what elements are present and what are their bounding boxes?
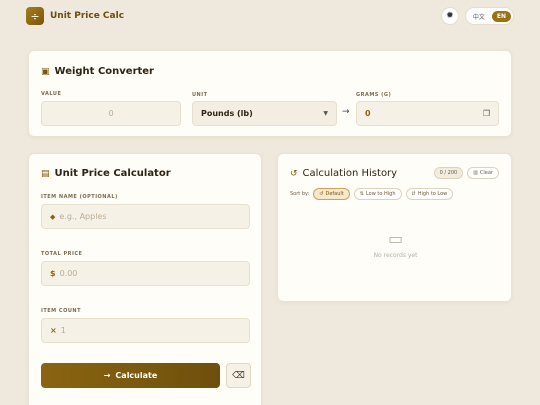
empty-message: No records yet bbox=[373, 252, 418, 259]
arrow-right-icon: → bbox=[342, 107, 350, 117]
calculator-logo-icon: ÷ bbox=[26, 7, 44, 25]
unit-selected-value: Pounds (lb) bbox=[201, 109, 253, 118]
trash-icon: ▥ bbox=[473, 170, 478, 176]
multiply-icon: × bbox=[50, 326, 57, 335]
chevron-down-icon: ▼ bbox=[323, 110, 328, 117]
reset-icon: ↺ bbox=[319, 191, 324, 197]
header-controls: ✹ 中文 EN bbox=[440, 7, 514, 25]
lang-option-zh[interactable]: 中文 bbox=[468, 10, 490, 23]
unit-select[interactable]: Pounds (lb) ▼ bbox=[192, 101, 337, 126]
clear-label: Clear bbox=[479, 170, 493, 176]
unit-label: UNIT bbox=[192, 92, 208, 98]
item-name-placeholder: e.g., Apples bbox=[59, 212, 107, 221]
app-title: Unit Price Calc bbox=[50, 11, 125, 21]
weight-converter-title: ▣ Weight Converter bbox=[41, 66, 154, 77]
total-price-placeholder: 0.00 bbox=[59, 269, 78, 278]
lang-option-en[interactable]: EN bbox=[491, 10, 511, 22]
calculate-button[interactable]: → Calculate bbox=[41, 363, 220, 388]
inbox-icon: ▭ bbox=[387, 229, 404, 248]
total-price-input[interactable]: $ 0.00 bbox=[41, 261, 250, 286]
history-icon: ↺ bbox=[290, 168, 298, 179]
sort-controls: Sort by: ↺ Default ⇅ Low to High ⇵ High … bbox=[290, 188, 454, 200]
sun-icon: ✹ bbox=[446, 11, 454, 21]
item-name-label: ITEM NAME (OPTIONAL) bbox=[41, 194, 118, 200]
value-placeholder: 0 bbox=[108, 109, 114, 118]
sort-label: Sort by: bbox=[290, 191, 310, 197]
sort-desc-icon: ⇵ bbox=[411, 191, 416, 197]
reset-button[interactable]: ⌫ bbox=[226, 363, 251, 388]
theme-toggle-button[interactable]: ✹ bbox=[440, 7, 459, 25]
weight-converter-card: ▣ Weight Converter VALUE 0 UNIT Pounds (… bbox=[28, 50, 512, 137]
calculator-title: ▤ Unit Price Calculator bbox=[41, 168, 171, 179]
copy-icon[interactable]: ❐ bbox=[483, 109, 490, 118]
sort-default-label: Default bbox=[325, 191, 344, 197]
history-heading: Calculation History bbox=[302, 168, 398, 179]
sort-high-low-button[interactable]: ⇵ High to Low bbox=[405, 188, 454, 200]
calculator-icon: ▤ bbox=[41, 168, 50, 179]
app-header: ÷ Unit Price Calc ✹ 中文 EN bbox=[0, 0, 540, 32]
grams-output: 0 ❐ bbox=[356, 101, 499, 126]
sort-low-high-label: Low to High bbox=[365, 191, 396, 197]
item-name-input[interactable]: ◆ e.g., Apples bbox=[41, 204, 250, 229]
tag-icon: ◆ bbox=[50, 212, 56, 221]
history-title: ↺ Calculation History bbox=[290, 168, 397, 179]
item-count-placeholder: 1 bbox=[60, 326, 66, 335]
sort-asc-icon: ⇅ bbox=[359, 191, 364, 197]
grams-value: 0 bbox=[365, 109, 371, 118]
eraser-icon: ⌫ bbox=[232, 370, 245, 381]
dollar-icon: $ bbox=[50, 269, 56, 278]
box-icon: ▣ bbox=[41, 66, 50, 77]
empty-state: ▭ No records yet bbox=[278, 229, 513, 259]
item-count-label: ITEM COUNT bbox=[41, 308, 81, 314]
language-switch[interactable]: 中文 EN bbox=[464, 7, 514, 25]
arrow-right-icon: → bbox=[103, 371, 111, 380]
weight-converter-heading: Weight Converter bbox=[54, 66, 154, 77]
total-price-label: TOTAL PRICE bbox=[41, 251, 83, 257]
history-count-badge: 0 / 200 bbox=[433, 167, 464, 179]
calculate-label: Calculate bbox=[115, 371, 158, 380]
brand: ÷ Unit Price Calc bbox=[26, 7, 124, 25]
calculation-history-card: ↺ Calculation History 0 / 200 ▥ Clear So… bbox=[277, 153, 512, 302]
value-label: VALUE bbox=[41, 91, 62, 97]
sort-high-low-label: High to Low bbox=[417, 191, 448, 197]
value-input[interactable]: 0 bbox=[41, 101, 181, 126]
calculator-heading: Unit Price Calculator bbox=[54, 168, 171, 179]
unit-price-calculator-card: ▤ Unit Price Calculator ITEM NAME (OPTIO… bbox=[28, 153, 262, 405]
clear-button[interactable]: ▥ Clear bbox=[467, 167, 499, 179]
sort-low-high-button[interactable]: ⇅ Low to High bbox=[353, 188, 402, 200]
sort-default-button[interactable]: ↺ Default bbox=[313, 188, 350, 200]
grams-label: GRAMS (G) bbox=[356, 92, 392, 98]
item-count-input[interactable]: × 1 bbox=[41, 318, 250, 343]
history-actions: 0 / 200 ▥ Clear bbox=[433, 167, 499, 179]
